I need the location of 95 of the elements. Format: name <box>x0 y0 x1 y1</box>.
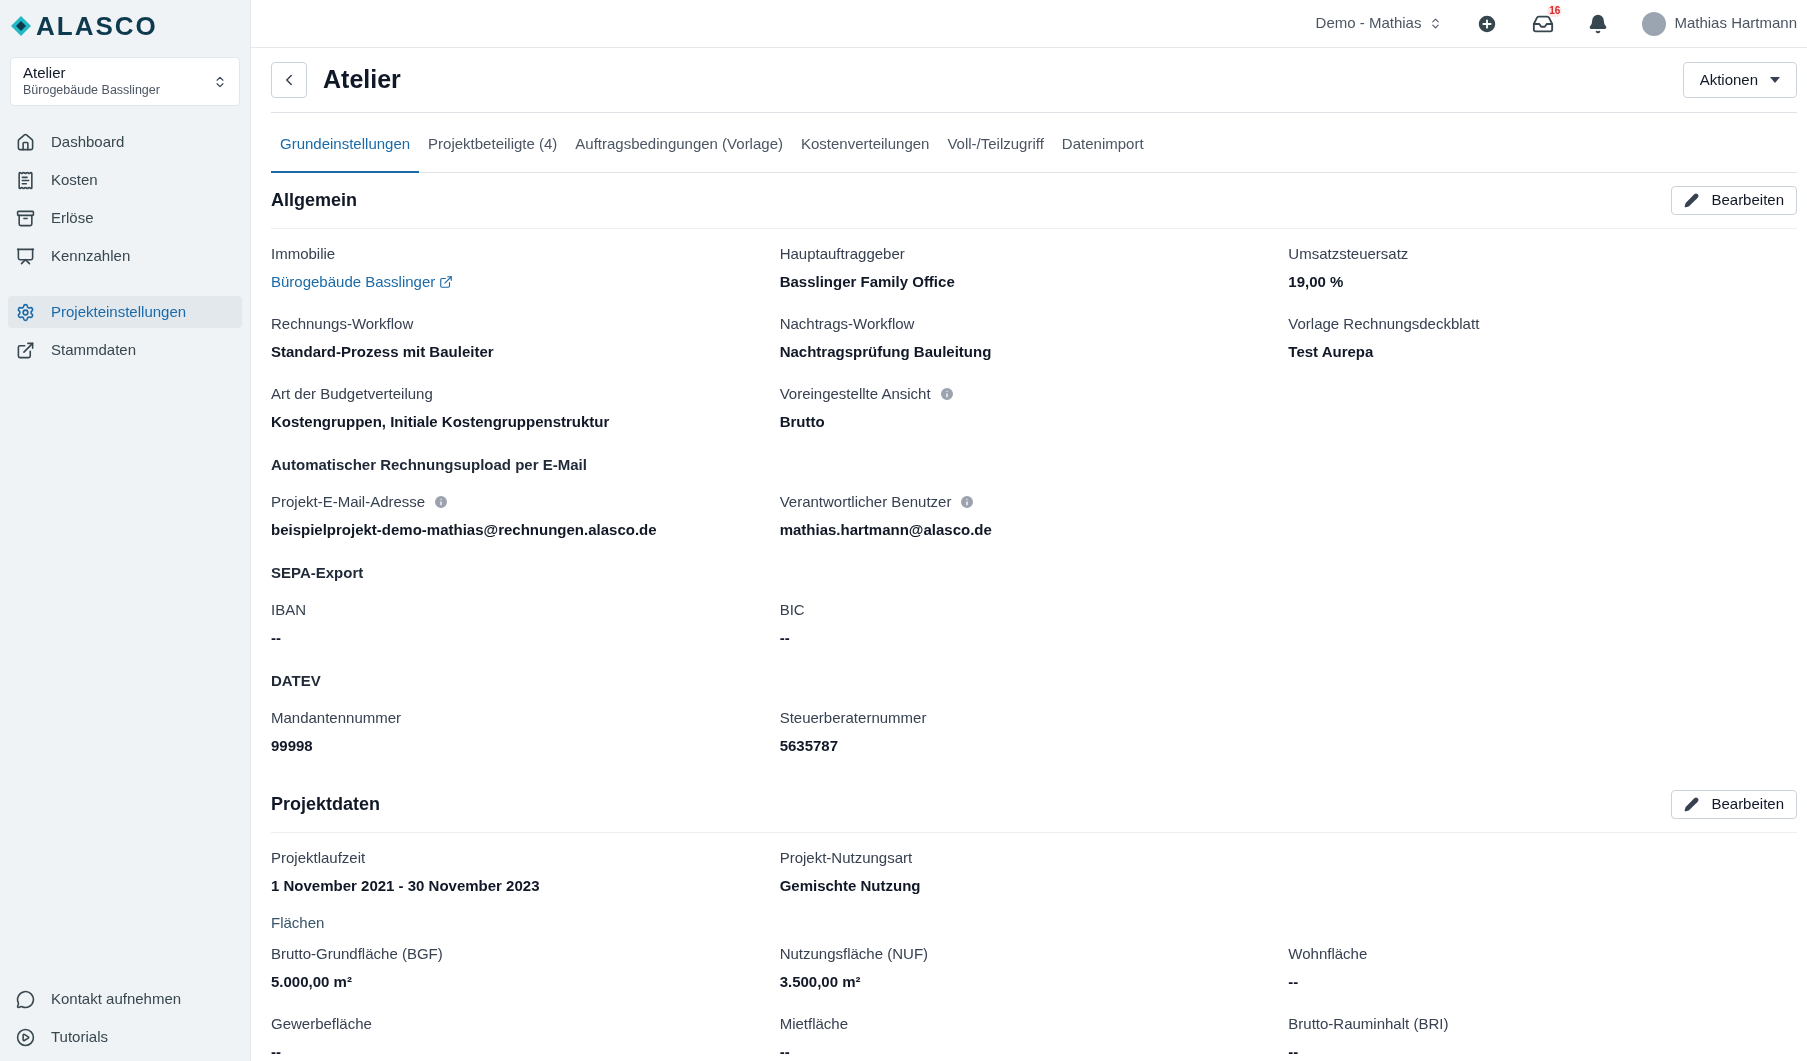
info-icon[interactable] <box>433 494 450 511</box>
edit-button[interactable]: Bearbeiten <box>1671 790 1797 819</box>
subsection-heading: DATEV <box>271 672 321 689</box>
brand-name: ALASCO <box>36 9 158 43</box>
field-value: -- <box>779 1041 791 1061</box>
field-label: Nachtrags-Workflow <box>779 314 915 334</box>
add-icon[interactable] <box>1476 12 1499 35</box>
notification-badge: 16 <box>1547 4 1563 17</box>
field-label: Umsatzsteuersatz <box>1288 244 1409 264</box>
field-value: beispielprojekt-demo-mathias@rechnungen.alasco.de <box>271 519 658 540</box>
field-value: -- <box>779 627 791 648</box>
user-menu[interactable]: Mathias Hartmann <box>1642 11 1797 36</box>
field-label: Art der Budgetverteilung <box>271 384 433 404</box>
field-label: Projektlaufzeit <box>271 848 366 868</box>
external-link-icon <box>439 274 454 289</box>
nav-item[interactable]: Kontakt aufnehmen <box>8 983 242 1015</box>
project-name: Atelier <box>23 64 67 84</box>
subsection-heading: Automatischer Rechnungsupload per E-Mail <box>271 456 587 473</box>
chat-icon <box>16 989 35 1009</box>
bell-icon[interactable] <box>1588 13 1609 34</box>
field-value: Test Aurepa <box>1288 341 1375 362</box>
archive-icon <box>16 208 35 228</box>
tab[interactable]: Voll-/Teilzugriff <box>938 132 1053 173</box>
field-value: -- <box>271 627 282 648</box>
section-heading: Allgemein <box>271 189 358 212</box>
field-value: Nachtragsprüfung Bauleitung <box>779 341 993 362</box>
receipt-icon <box>16 170 35 190</box>
field-value: Gemischte Nutzung <box>779 875 922 896</box>
field-label: Rechnungs-Workflow <box>271 314 414 334</box>
section-heading: Projektdaten <box>271 793 381 816</box>
field-label: Hauptauftraggeber <box>779 244 905 264</box>
info-icon[interactable] <box>938 386 955 403</box>
chart-board-icon <box>16 246 35 266</box>
pencil-icon <box>1684 797 1700 812</box>
tab[interactable]: Projektbeteiligte (4) <box>419 132 567 173</box>
property-link[interactable]: Bürogebäude Basslinger <box>271 270 454 293</box>
actions-button[interactable]: Aktionen <box>1682 62 1797 98</box>
field-value: -- <box>271 1041 282 1061</box>
field-label: Gewerbefläche <box>271 1014 372 1034</box>
field-label: Vorlage Rechnungsdeckblatt <box>1288 314 1480 334</box>
field-label: Projekt-E-Mail-Adresse <box>271 492 426 512</box>
workspace-switcher[interactable]: Demo - Mathias <box>1315 12 1443 35</box>
field-value: 5635787 <box>779 735 840 756</box>
field-label: Verantwortlicher Benutzer <box>779 492 952 512</box>
nav-item[interactable]: Dashboard <box>8 126 242 158</box>
field-label: BIC <box>779 600 805 620</box>
field-value: Kostengruppen, Initiale Kostengruppenstruktur <box>271 411 611 432</box>
field-value: 19,00 % <box>1288 271 1345 292</box>
field-label: Voreingestellte Ansicht <box>779 384 931 404</box>
nav-item[interactable]: Kosten <box>8 164 242 196</box>
project-picker[interactable]: Atelier Bürogebäude Basslinger <box>10 57 240 106</box>
pencil-icon <box>1684 193 1700 208</box>
play-icon <box>16 1027 35 1047</box>
field-value: 3.500,00 m² <box>779 971 862 992</box>
edit-button[interactable]: Bearbeiten <box>1671 186 1797 215</box>
field-label: Mandantennummer <box>271 708 402 728</box>
settings-icon <box>16 302 35 322</box>
field-value: 1 November 2021 - 30 November 2023 <box>271 875 541 896</box>
caret-icon <box>1770 77 1780 83</box>
project-property: Bürogebäude Basslinger <box>23 83 160 99</box>
field-label: Immobilie <box>271 244 336 264</box>
page-title: Atelier <box>323 64 401 96</box>
field-value: Basslinger Family Office <box>779 271 956 292</box>
nav-item[interactable]: Stammdaten <box>8 334 242 366</box>
tab[interactable]: Grundeinstellungen <box>271 132 420 173</box>
field-label: Nutzungsfläche (NUF) <box>779 944 929 964</box>
field-value: Brutto <box>779 411 826 432</box>
avatar <box>1642 11 1667 36</box>
field-value: 5.000,00 m² <box>271 971 353 992</box>
subsection-heading: SEPA-Export <box>271 564 364 581</box>
field-label: Brutto-Rauminhalt (BRI) <box>1288 1014 1449 1034</box>
back-button[interactable] <box>271 62 307 98</box>
field-value: -- <box>1288 971 1300 992</box>
field-label: Projekt-Nutzungsart <box>779 848 913 868</box>
field-value: mathias.hartmann@alasco.de <box>779 519 993 540</box>
field-label: Steuerberaternummer <box>779 708 927 728</box>
nav-item[interactable]: Erlöse <box>8 202 242 234</box>
tab[interactable]: Kostenverteilungen <box>792 132 939 173</box>
tab[interactable]: Auftragsbedingungen (Vorlage) <box>566 132 792 173</box>
home-icon <box>16 132 35 152</box>
tab[interactable]: Datenimport <box>1052 132 1153 173</box>
logo-icon <box>10 15 32 37</box>
nav-item[interactable]: Projekteinstellungen <box>8 296 242 328</box>
field-value: 99998 <box>271 735 314 756</box>
nav-item[interactable]: Tutorials <box>8 1021 242 1053</box>
field-label: IBAN <box>271 600 306 620</box>
info-icon[interactable] <box>959 494 976 511</box>
field-label: Brutto-Grundfläche (BGF) <box>271 944 443 964</box>
field-label: Wohnfläche <box>1288 944 1368 964</box>
field-value: -- <box>1288 1041 1300 1061</box>
field-label: Mietfläche <box>779 1014 849 1034</box>
field-value: Standard-Prozess mit Bauleiter <box>271 341 495 362</box>
external-link-icon <box>16 340 35 360</box>
nav-item[interactable]: Kennzahlen <box>8 240 242 272</box>
group-label: Flächen <box>271 914 325 931</box>
